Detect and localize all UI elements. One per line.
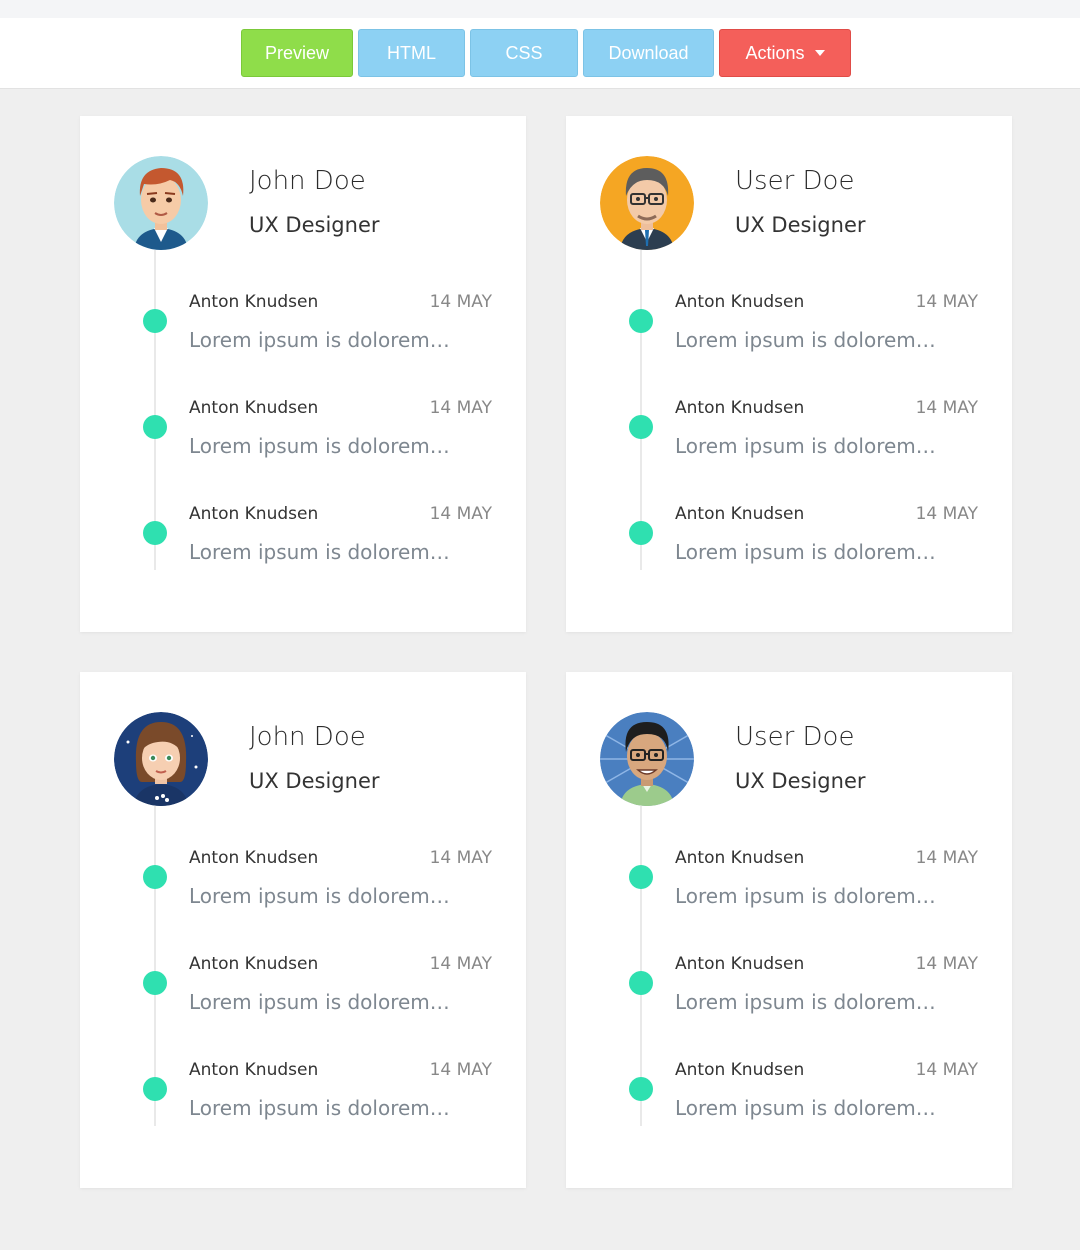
entry-date: 14 MAY xyxy=(915,1060,978,1080)
toolbar: Preview HTML CSS Download Actions xyxy=(0,18,1080,89)
actions-button-label: Actions xyxy=(745,42,805,63)
profile-name: User Doe xyxy=(735,722,855,752)
entry-author: Anton Knudsen xyxy=(189,954,319,974)
actions-dropdown-button[interactable]: Actions xyxy=(719,29,851,77)
entry-date: 14 MAY xyxy=(915,504,978,524)
timeline-dot xyxy=(143,415,167,439)
entry-author: Anton Knudsen xyxy=(189,398,319,418)
timeline-entry[interactable]: Anton Knudsen 14 MAY Lorem ipsum is dolo… xyxy=(566,394,1012,484)
entry-text: Lorem ipsum is dolorem… xyxy=(189,1096,450,1120)
entry-author: Anton Knudsen xyxy=(675,398,805,418)
entry-date: 14 MAY xyxy=(915,954,978,974)
profile-name: John Doe xyxy=(249,722,366,752)
avatar-woman-icon xyxy=(114,712,208,806)
entry-author: Anton Knudsen xyxy=(189,292,319,312)
entry-text: Lorem ipsum is dolorem… xyxy=(189,540,450,564)
profile-role: UX Designer xyxy=(735,769,866,793)
entry-author: Anton Knudsen xyxy=(675,954,805,974)
entry-author: Anton Knudsen xyxy=(675,292,805,312)
profile-card: John Doe UX Designer Anton Knudsen 14 MA… xyxy=(80,116,526,632)
timeline-entry[interactable]: Anton Knudsen 14 MAY Lorem ipsum is dolo… xyxy=(80,844,526,934)
profile-name: John Doe xyxy=(249,166,366,196)
entry-author: Anton Knudsen xyxy=(675,1060,805,1080)
timeline-entry[interactable]: Anton Knudsen 14 MAY Lorem ipsum is dolo… xyxy=(566,500,1012,590)
html-button-label: HTML xyxy=(387,42,436,63)
timeline-entry[interactable]: Anton Knudsen 14 MAY Lorem ipsum is dolo… xyxy=(80,500,526,590)
caret-down-icon xyxy=(814,50,825,56)
timeline-dot xyxy=(143,521,167,545)
entry-text: Lorem ipsum is dolorem… xyxy=(189,328,450,352)
avatar-glasses-man-icon xyxy=(600,156,694,250)
timeline-dot xyxy=(629,415,653,439)
entry-text: Lorem ipsum is dolorem… xyxy=(675,1096,936,1120)
profile-card: John Doe UX Designer Anton Knudsen 14 MA… xyxy=(80,672,526,1188)
download-button[interactable]: Download xyxy=(583,29,714,77)
entry-date: 14 MAY xyxy=(915,292,978,312)
avatar-dark-hair-man-icon xyxy=(600,712,694,806)
entry-date: 14 MAY xyxy=(429,954,492,974)
html-button[interactable]: HTML xyxy=(358,29,465,77)
timeline-dot xyxy=(143,865,167,889)
entry-author: Anton Knudsen xyxy=(189,1060,319,1080)
preview-button[interactable]: Preview xyxy=(241,29,353,77)
timeline-entry[interactable]: Anton Knudsen 14 MAY Lorem ipsum is dolo… xyxy=(566,950,1012,1040)
timeline-entry[interactable]: Anton Knudsen 14 MAY Lorem ipsum is dolo… xyxy=(566,288,1012,378)
timeline-dot xyxy=(629,1077,653,1101)
timeline-entry[interactable]: Anton Knudsen 14 MAY Lorem ipsum is dolo… xyxy=(566,844,1012,934)
entry-date: 14 MAY xyxy=(429,1060,492,1080)
top-strip xyxy=(0,0,1080,18)
timeline-entry[interactable]: Anton Knudsen 14 MAY Lorem ipsum is dolo… xyxy=(566,1056,1012,1146)
entry-date: 14 MAY xyxy=(915,398,978,418)
timeline-entry[interactable]: Anton Knudsen 14 MAY Lorem ipsum is dolo… xyxy=(80,288,526,378)
css-button-label: CSS xyxy=(505,42,543,63)
profile-name: User Doe xyxy=(735,166,855,196)
entry-text: Lorem ipsum is dolorem… xyxy=(675,990,936,1014)
entry-date: 14 MAY xyxy=(429,504,492,524)
profile-role: UX Designer xyxy=(249,213,380,237)
entry-date: 14 MAY xyxy=(429,848,492,868)
entry-author: Anton Knudsen xyxy=(675,504,805,524)
entry-text: Lorem ipsum is dolorem… xyxy=(675,540,936,564)
profile-role: UX Designer xyxy=(249,769,380,793)
css-button[interactable]: CSS xyxy=(470,29,578,77)
download-button-label: Download xyxy=(608,42,689,63)
timeline-dot xyxy=(143,971,167,995)
profile-role: UX Designer xyxy=(735,213,866,237)
entry-date: 14 MAY xyxy=(429,292,492,312)
timeline-entry[interactable]: Anton Knudsen 14 MAY Lorem ipsum is dolo… xyxy=(80,394,526,484)
preview-button-label: Preview xyxy=(264,42,330,63)
entry-date: 14 MAY xyxy=(915,848,978,868)
entry-author: Anton Knudsen xyxy=(189,504,319,524)
entry-text: Lorem ipsum is dolorem… xyxy=(189,884,450,908)
timeline-dot xyxy=(629,521,653,545)
timeline-entry[interactable]: Anton Knudsen 14 MAY Lorem ipsum is dolo… xyxy=(80,1056,526,1146)
timeline-dot xyxy=(629,309,653,333)
entry-date: 14 MAY xyxy=(429,398,492,418)
timeline-dot xyxy=(629,971,653,995)
entry-text: Lorem ipsum is dolorem… xyxy=(675,328,936,352)
profile-card: User Doe UX Designer Anton Knudsen 14 MA… xyxy=(566,116,1012,632)
timeline-dot xyxy=(143,1077,167,1101)
entry-text: Lorem ipsum is dolorem… xyxy=(675,434,936,458)
profile-card: User Doe UX Designer Anton Knudsen 14 MA… xyxy=(566,672,1012,1188)
timeline-entry[interactable]: Anton Knudsen 14 MAY Lorem ipsum is dolo… xyxy=(80,950,526,1040)
entry-author: Anton Knudsen xyxy=(189,848,319,868)
entry-text: Lorem ipsum is dolorem… xyxy=(189,990,450,1014)
entry-text: Lorem ipsum is dolorem… xyxy=(675,884,936,908)
timeline-dot xyxy=(143,309,167,333)
avatar-redhead-man-icon xyxy=(114,156,208,250)
timeline-dot xyxy=(629,865,653,889)
entry-text: Lorem ipsum is dolorem… xyxy=(189,434,450,458)
entry-author: Anton Knudsen xyxy=(675,848,805,868)
